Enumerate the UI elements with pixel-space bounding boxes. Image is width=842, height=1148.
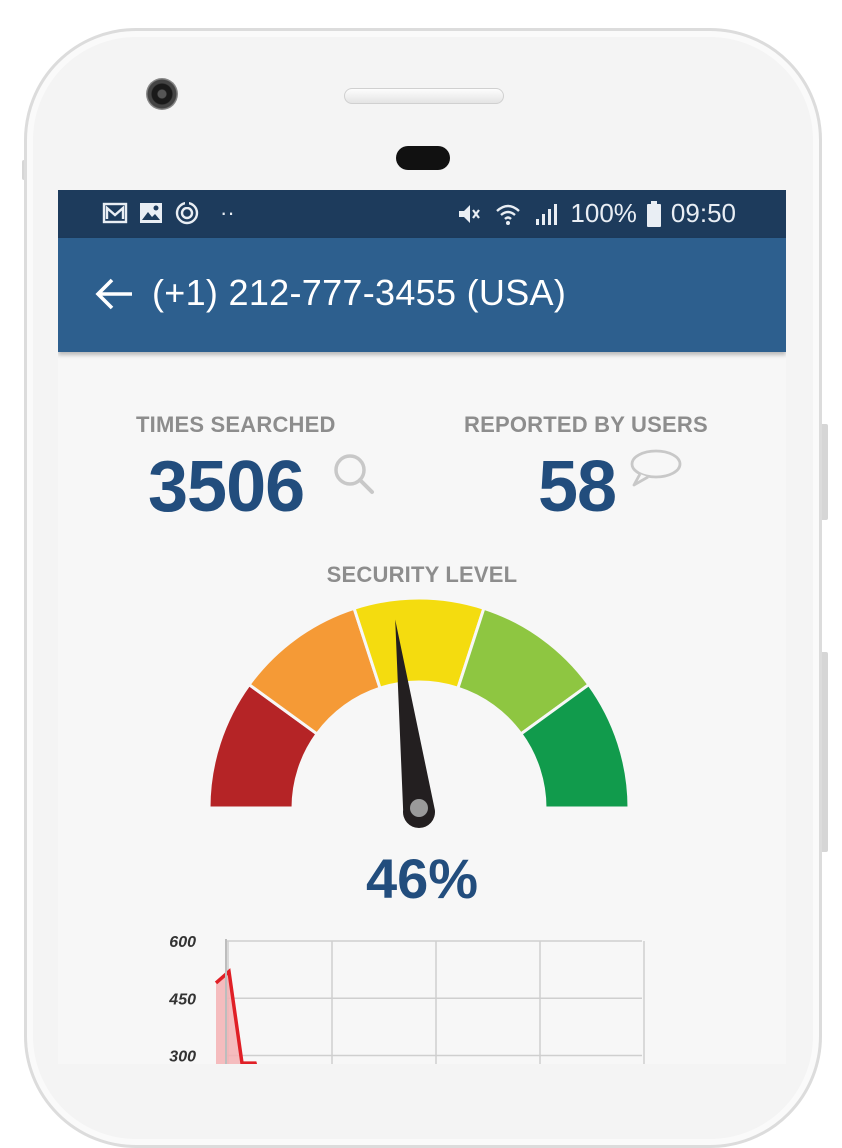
proximity-sensor [396,146,450,170]
earpiece-speaker [344,88,504,104]
front-camera [146,78,178,110]
y-tick-label: 450 [168,991,196,1008]
y-tick-label: 300 [169,1049,196,1065]
y-tick-label: 600 [169,934,196,951]
search-history-chart: 600 450 300 [58,190,786,1064]
screen: ·· 100% 09:50 [58,190,786,1064]
